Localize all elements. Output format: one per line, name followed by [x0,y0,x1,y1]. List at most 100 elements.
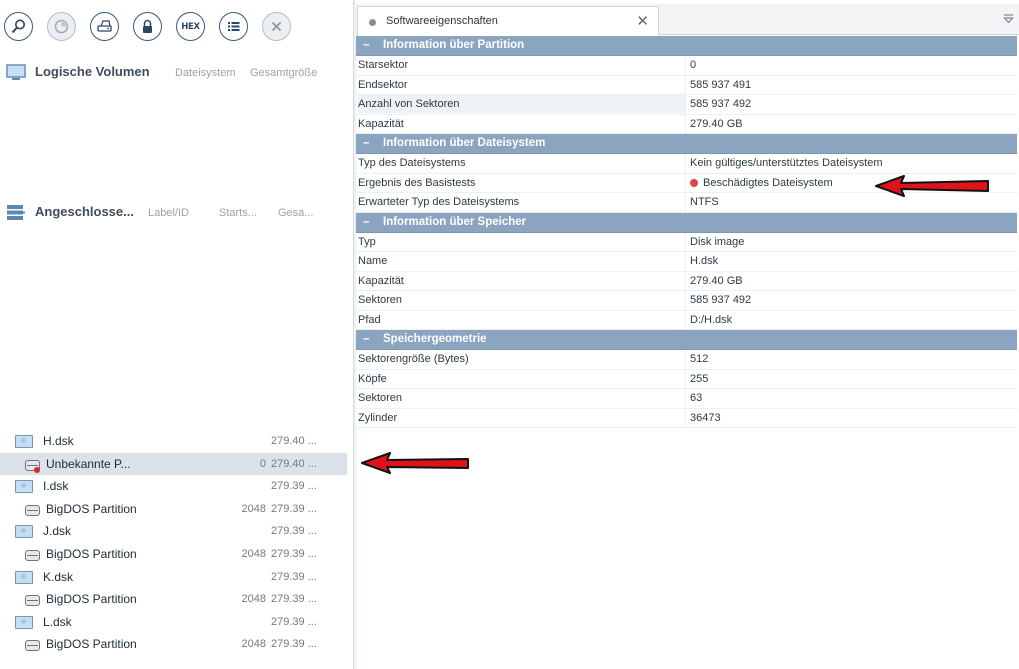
tree-row-partition[interactable]: BigDOS Partition 2048 279.39 ... [0,588,347,611]
pie-chart-icon [54,19,69,34]
property-value: 512 [690,353,709,365]
partition-icon [25,595,40,607]
tree-item-size: 279.39 ... [271,525,317,538]
tree-row-partition-selected[interactable]: Unbekannte P... 0 279.40 ... [0,452,347,476]
server-icon [7,205,25,220]
property-row[interactable]: Sektoren 585 937 492 [356,291,1017,311]
collapse-icon[interactable]: – [363,39,369,51]
tree-item-name: K.dsk [43,569,74,584]
tree-item-size: 279.40 ... [271,457,317,470]
device-tree: H.dsk 279.40 ... Unbekannte P... 0 279.4… [0,430,350,656]
column-divider [685,193,686,212]
tab-menu-icon[interactable] [1003,13,1014,24]
tree-row-disk[interactable]: I.dsk 279.39 ... [0,475,347,498]
lock-button[interactable] [133,12,162,41]
column-label-id[interactable]: Label/ID [148,207,189,219]
tree-row-disk[interactable]: H.dsk 279.40 ... [0,430,347,453]
collapse-icon[interactable]: – [363,216,369,228]
annotation-arrow-icon [875,175,989,197]
property-key: Köpfe [358,372,387,385]
disk-icon [15,525,33,539]
tree-item-start: 0 [259,457,266,470]
property-key: Sektoren [358,294,403,306]
property-row[interactable]: Endsektor 585 937 491 [356,75,1017,95]
tree-row-partition[interactable]: BigDOS Partition 2048 279.39 ... [0,543,347,566]
list-button[interactable] [219,12,248,41]
tree-item-name: I.dsk [43,479,69,494]
group-title: Speichergeometrie [383,333,487,345]
property-row[interactable]: Kapazität 279.40 GB [356,271,1017,291]
group-title: Information über Partition [383,39,525,51]
hex-button[interactable]: HEX [176,12,205,41]
property-row[interactable]: Starsektor 0 [356,56,1017,76]
group-header-geometry[interactable]: – Speichergeometrie [356,330,1017,350]
logical-volumes-title: Logische Volumen [35,64,150,79]
property-key: Typ [358,235,376,248]
property-row-highlighted[interactable]: Anzahl von Sektoren 585 937 492 [356,95,1017,115]
property-row[interactable]: Typ des Dateisystems Kein gültiges/unters… [356,154,1017,174]
column-divider [685,173,686,192]
property-value: 585 937 492 [690,98,752,110]
property-row[interactable]: Köpfe 255 [356,369,1017,389]
property-row[interactable]: Sektoren 63 [356,389,1017,409]
tab-bar: Softwareeigenschaften ✕ [356,4,1019,35]
group-header-partition[interactable]: – Information über Partition [356,36,1017,56]
close-button[interactable] [262,12,291,41]
column-total-size[interactable]: Gesamtgröße [250,67,317,79]
analyze-button[interactable] [47,12,76,41]
tree-item-name: Unbekannte P... [46,456,131,471]
tab-software-properties[interactable]: Softwareeigenschaften ✕ [357,6,659,35]
group-title: Information über Dateisystem [383,137,546,149]
property-row[interactable]: Sektorengröße (Bytes) 512 [356,350,1017,370]
property-value: 36473 [690,411,721,424]
tab-close-icon[interactable]: ✕ [636,12,649,30]
property-value: 585 937 492 [690,294,752,306]
search-button[interactable] [4,12,33,41]
property-row[interactable]: Kapazität 279.40 GB [356,114,1017,134]
property-key: Zylinder [358,411,398,424]
property-value: 0 [690,59,697,71]
drive-button[interactable] [90,12,119,41]
tab-status-icon [369,19,376,26]
column-divider [685,95,686,114]
column-size[interactable]: Gesa... [278,207,313,219]
error-badge-icon [34,466,40,473]
left-pane: HEX Logische Volumen Dateisystem Gesamtg… [0,0,353,669]
partition-icon [25,549,40,561]
column-divider [685,114,686,133]
column-divider [685,369,686,388]
monitor-icon [6,64,26,80]
collapse-icon[interactable]: – [363,333,369,345]
group-header-storage[interactable]: – Information über Speicher [356,212,1017,233]
group-header-filesystem[interactable]: – Information über Dateisystem [356,134,1017,154]
property-row[interactable]: Zylinder 36473 [356,408,1017,428]
tree-item-name: BigDOS Partition [46,501,137,516]
column-divider [685,252,686,271]
column-divider [685,271,686,290]
partition-icon [25,504,40,516]
property-key: Pfad [358,313,381,326]
tree-item-size: 279.39 ... [271,593,317,606]
property-value: 63 [690,392,703,404]
tree-item-name: BigDOS Partition [46,546,137,561]
tree-item-start: 2048 [241,502,266,515]
property-row[interactable]: Pfad D:/H.dsk [356,310,1017,330]
column-filesystem[interactable]: Dateisystem [175,67,236,79]
tree-row-partition[interactable]: BigDOS Partition 2048 279.39 ... [0,633,347,656]
disk-icon [15,570,33,584]
property-key: Kapazität [358,274,404,287]
property-row[interactable]: Typ Disk image [356,232,1017,252]
column-start[interactable]: Starts... [219,207,257,219]
collapse-icon[interactable]: – [363,137,369,149]
column-divider [685,56,686,75]
tree-row-disk[interactable]: K.dsk 279.39 ... [0,566,347,589]
column-divider [685,291,686,310]
tree-row-disk[interactable]: J.dsk 279.39 ... [0,520,347,543]
property-row[interactable]: Name H.dsk [356,252,1017,272]
tree-row-disk[interactable]: L.dsk 279.39 ... [0,611,347,634]
tree-item-size: 279.39 ... [271,638,317,651]
tree-item-name: H.dsk [43,434,74,448]
close-icon [271,21,282,32]
tree-row-partition[interactable]: BigDOS Partition 2048 279.39 ... [0,498,347,521]
status-text: Beschädigtes Dateisystem [703,176,833,189]
